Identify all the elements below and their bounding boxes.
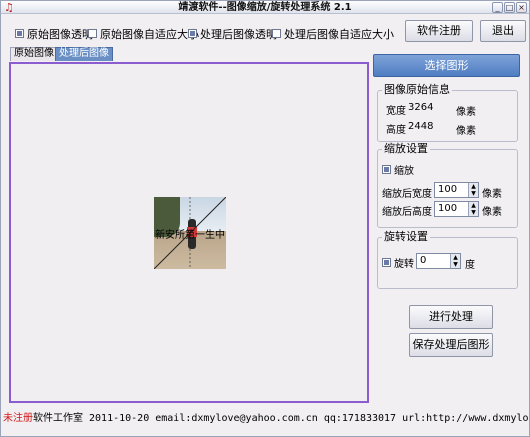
title-bar[interactable]: ♫ 靖渡软件--图像缩放/旋转处理系统 2.1 _ □ × xyxy=(1,1,529,14)
scaled-width-label: 缩放后宽度 xyxy=(382,189,432,200)
scaled-width-value: 100 xyxy=(438,184,458,195)
minimize-button[interactable]: _ xyxy=(492,2,503,13)
checkbox[interactable] xyxy=(382,258,391,267)
processed-image-preview: 新安所第一生中 xyxy=(154,197,226,269)
scale-toggle[interactable]: 缩放 xyxy=(382,163,414,177)
option-label: 原始图像自适应大小 xyxy=(100,27,199,41)
group-title: 缩放设置 xyxy=(382,142,430,155)
process-button[interactable]: 进行处理 xyxy=(409,305,493,329)
spinner-arrows-icon[interactable]: ▲ ▼ xyxy=(468,202,478,216)
spinner-arrows-icon[interactable]: ▲ ▼ xyxy=(468,183,478,197)
checkbox[interactable] xyxy=(88,29,97,38)
checkbox[interactable] xyxy=(15,29,24,38)
option-label: 处理后图像透明 xyxy=(200,27,277,41)
width-unit: 像素 xyxy=(456,107,476,118)
scaled-width-input[interactable]: 100 ▲ ▼ xyxy=(434,182,479,198)
width-value: 3264 xyxy=(408,102,434,113)
rotate-settings-group: 旋转设置 旋转 0 ▲ ▼ 度 xyxy=(377,231,518,289)
window-title: 靖渡软件--图像缩放/旋转处理系统 2.1 xyxy=(178,2,352,13)
option-processed-transparent[interactable]: 处理后图像透明 xyxy=(188,27,277,41)
unregistered-label: 未注册 xyxy=(3,413,33,424)
height-unit: 像素 xyxy=(456,126,476,137)
rotate-angle-value: 0 xyxy=(420,255,427,266)
image-canvas[interactable]: 新安所第一生中 xyxy=(9,62,369,403)
status-bar: 未注册软件工作室 2011-10-20 email:dxmylove@yahoo… xyxy=(1,410,529,428)
select-image-button[interactable]: 选择图形 xyxy=(373,54,520,77)
option-label: 原始图像透明 xyxy=(27,27,93,41)
height-value: 2448 xyxy=(408,121,434,132)
app-window: ♫ 靖渡软件--图像缩放/旋转处理系统 2.1 _ □ × 原始图像透明 原始图… xyxy=(0,0,530,437)
checkbox[interactable] xyxy=(272,29,281,38)
spinner-arrows-icon[interactable]: ▲ ▼ xyxy=(450,254,460,268)
tab-processed-image[interactable]: 处理后图像 xyxy=(55,47,113,61)
scaled-height-input[interactable]: 100 ▲ ▼ xyxy=(434,201,479,217)
rotate-toggle[interactable]: 旋转 xyxy=(382,256,414,270)
tab-original-image[interactable]: 原始图像 xyxy=(10,47,58,61)
option-processed-autosize[interactable]: 处理后图像自适应大小 xyxy=(272,27,394,41)
scaled-height-unit: 像素 xyxy=(482,207,502,218)
image-info-group: 图像原始信息 宽度 3264 像素 高度 2448 像素 xyxy=(377,84,518,142)
scaled-height-label: 缩放后高度 xyxy=(382,207,432,218)
exit-button[interactable]: 退出 xyxy=(480,20,526,42)
rotate-unit: 度 xyxy=(465,260,475,271)
company-label: 软件工作室 xyxy=(33,413,83,424)
width-label: 宽度 xyxy=(386,106,406,117)
checkbox[interactable] xyxy=(188,29,197,38)
group-title: 旋转设置 xyxy=(382,230,430,243)
rotate-label: 旋转 xyxy=(394,259,414,270)
scaled-width-unit: 像素 xyxy=(482,189,502,200)
preview-overlay-text: 新安所第一生中 xyxy=(155,230,225,241)
option-original-transparent[interactable]: 原始图像透明 xyxy=(15,27,93,41)
scale-label: 缩放 xyxy=(394,166,414,177)
rotate-angle-input[interactable]: 0 ▲ ▼ xyxy=(416,253,461,269)
register-button[interactable]: 软件注册 xyxy=(405,20,473,42)
group-title: 图像原始信息 xyxy=(382,83,452,96)
height-label: 高度 xyxy=(386,125,406,136)
scale-settings-group: 缩放设置 缩放 缩放后宽度 100 ▲ ▼ 像素 缩放后高度 100 ▲ ▼ 像素 xyxy=(377,143,518,228)
checkbox[interactable] xyxy=(382,165,391,174)
option-label: 处理后图像自适应大小 xyxy=(284,27,394,41)
contact-info: 2011-10-20 email:dxmylove@yahoo.com.cn q… xyxy=(83,413,529,424)
maximize-button[interactable]: □ xyxy=(504,2,515,13)
save-processed-button[interactable]: 保存处理后图形 xyxy=(409,333,493,357)
scaled-height-value: 100 xyxy=(438,203,458,214)
close-button[interactable]: × xyxy=(516,2,527,13)
option-original-autosize[interactable]: 原始图像自适应大小 xyxy=(88,27,199,41)
